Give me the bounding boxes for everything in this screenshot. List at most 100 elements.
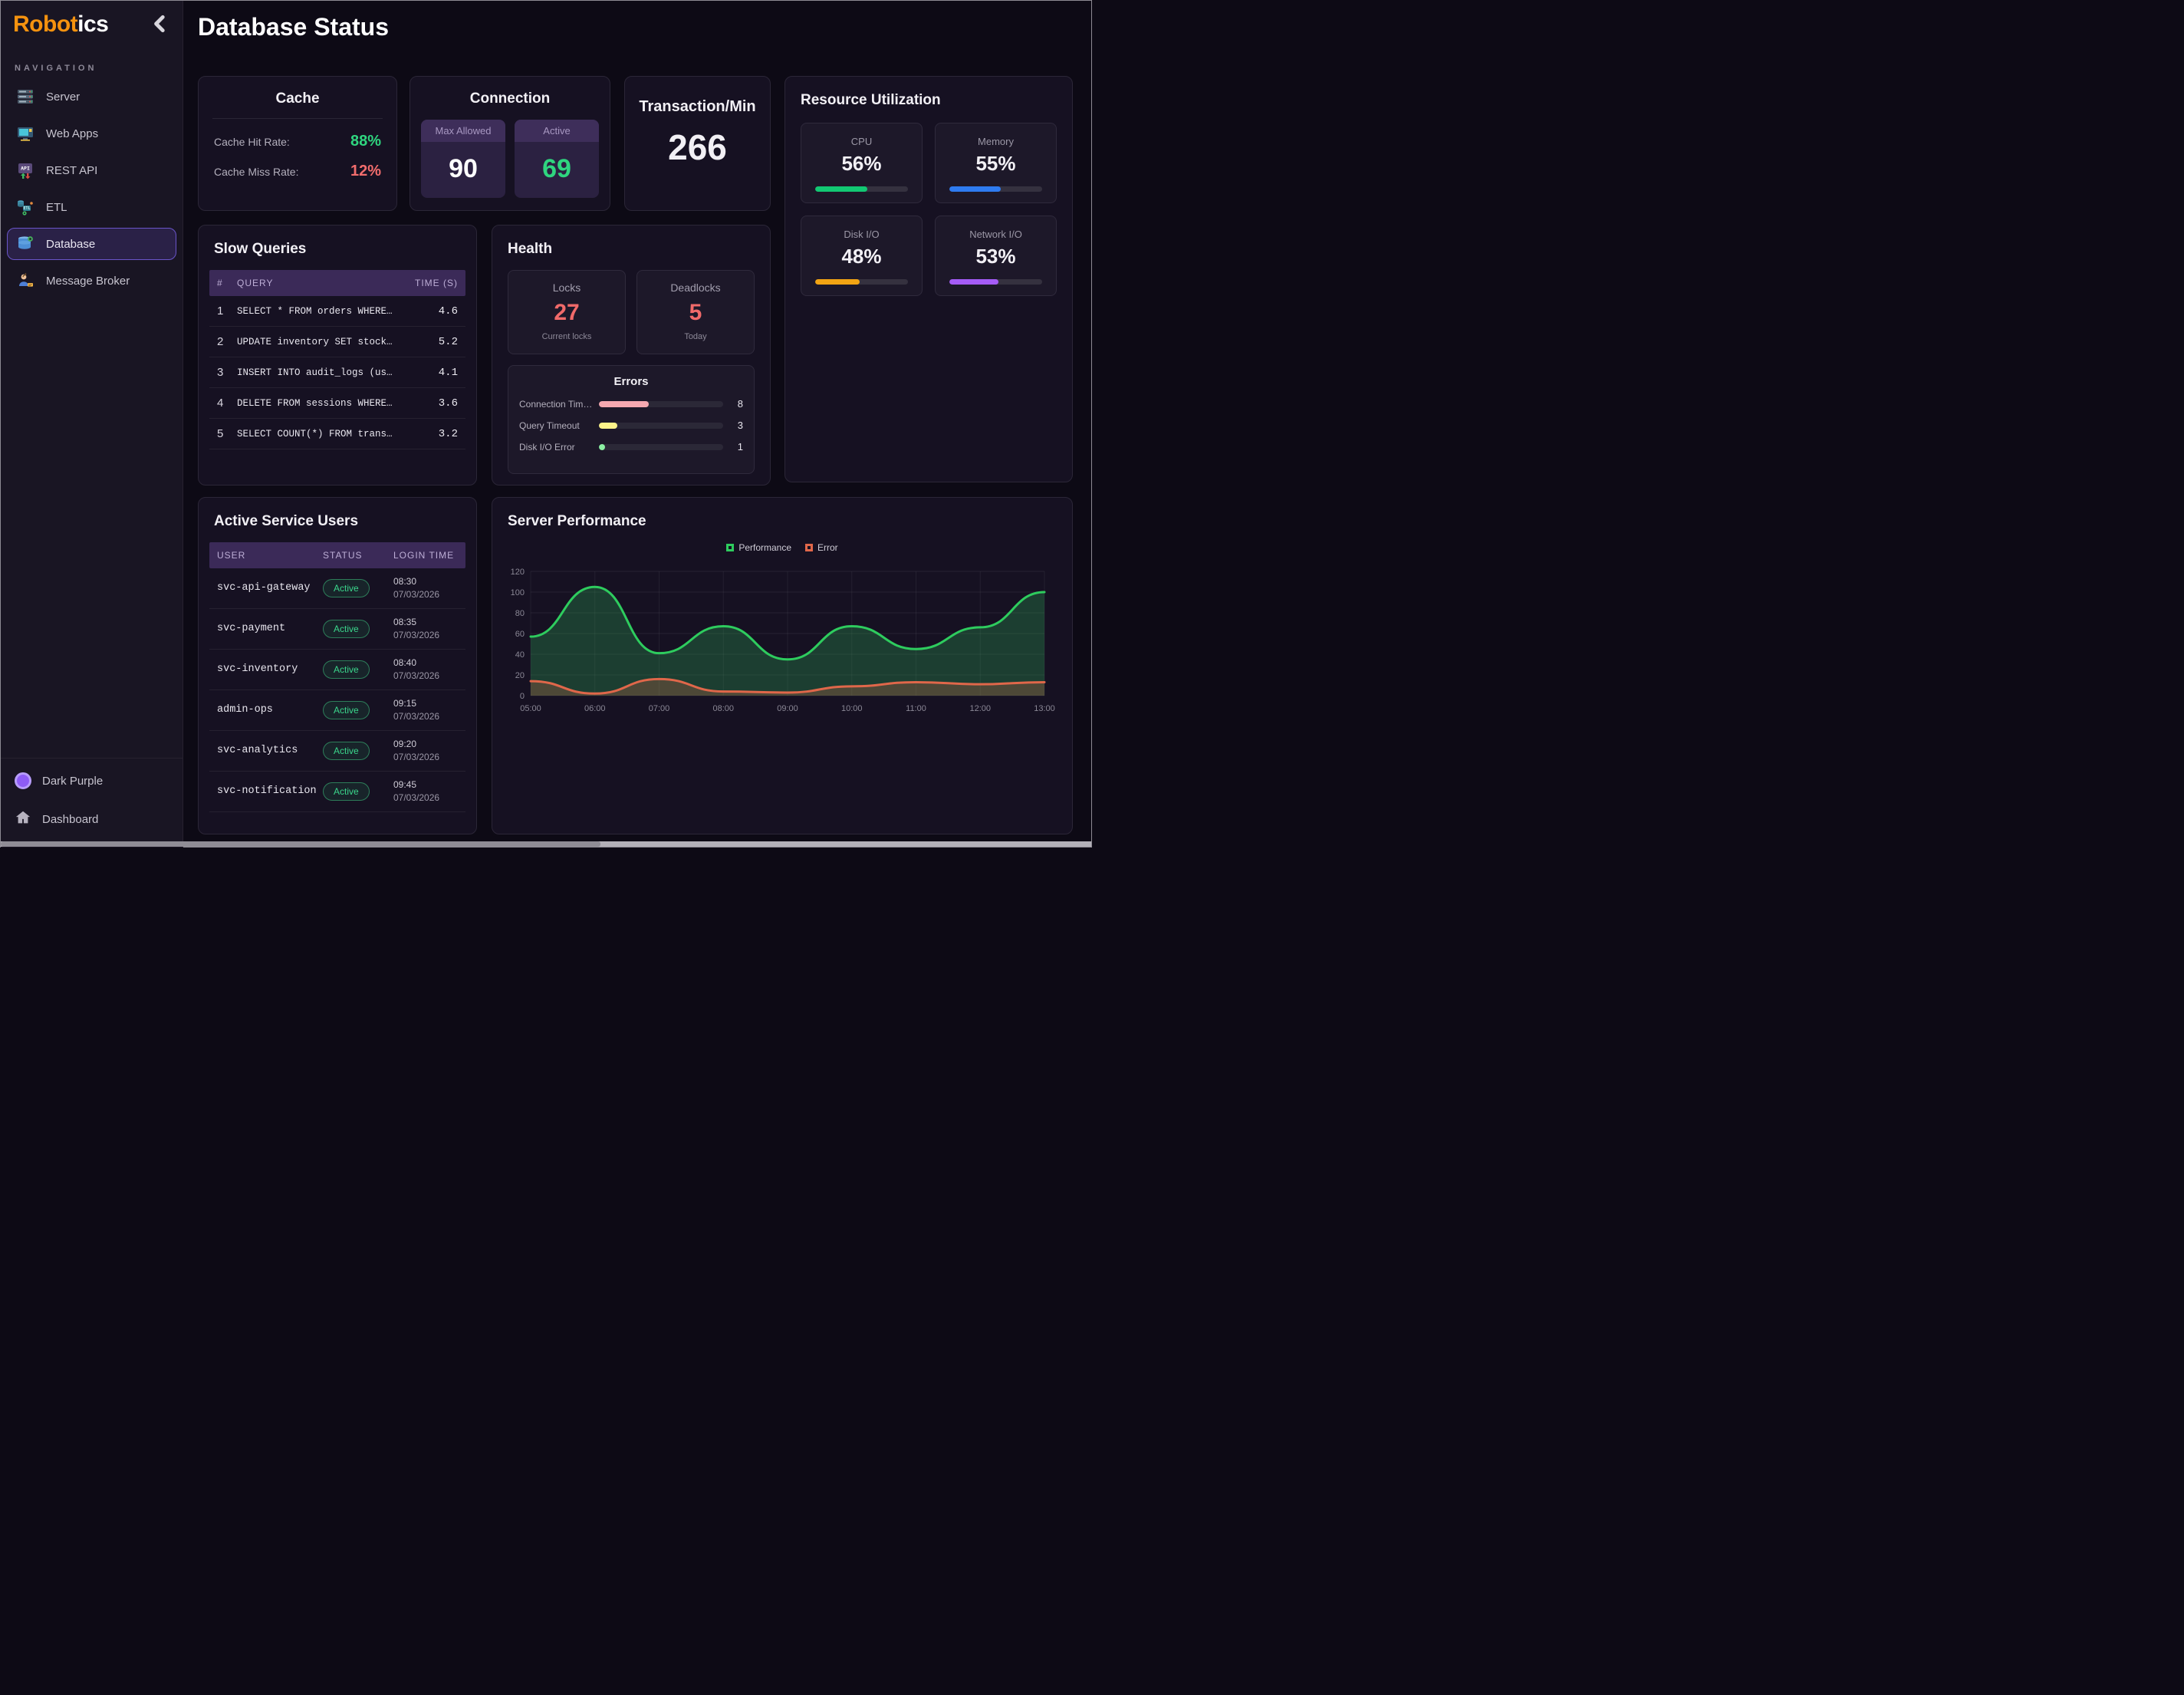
health-stat-value: 27 bbox=[513, 300, 620, 326]
error-label: Query Timeout bbox=[519, 420, 593, 431]
theme-color-swatch bbox=[15, 772, 31, 789]
connection-stat-box: Max Allowed90 bbox=[421, 120, 505, 198]
sidebar-collapse-button[interactable] bbox=[149, 12, 172, 38]
query-text: DELETE FROM sessions WHERE… bbox=[237, 398, 424, 409]
logo-part-orange: Robot bbox=[13, 12, 77, 37]
y-axis-tick: 100 bbox=[511, 588, 525, 597]
service-user-login-time: 08:3507/03/2026 bbox=[393, 616, 458, 643]
error-label: Disk I/O Error bbox=[519, 442, 593, 453]
database-icon bbox=[15, 234, 35, 254]
error-bar-track bbox=[599, 444, 723, 450]
slow-queries-title: Slow Queries bbox=[199, 225, 476, 258]
y-axis-tick: 0 bbox=[520, 692, 525, 701]
resource-label: Disk I/O bbox=[811, 229, 913, 240]
query-text: SELECT COUNT(*) FROM trans… bbox=[237, 429, 424, 439]
health-stat-caption: Today bbox=[642, 332, 749, 341]
theme-selector[interactable]: Dark Purple bbox=[15, 772, 169, 789]
theme-label: Dark Purple bbox=[42, 775, 103, 788]
service-user-row: svc-api-gatewayActive08:3007/03/2026 bbox=[209, 568, 465, 609]
login-date: 07/03/2026 bbox=[393, 589, 439, 600]
resource-box-disk-i-o: Disk I/O 48% bbox=[801, 216, 923, 296]
query-text: UPDATE inventory SET stock… bbox=[237, 337, 424, 347]
divider bbox=[212, 118, 383, 119]
slow-query-row: 1SELECT * FROM orders WHERE…4.6 bbox=[209, 296, 465, 327]
error-row: Connection Tim…8 bbox=[519, 398, 743, 410]
cache-stat-row: Cache Hit Rate:88% bbox=[199, 127, 396, 156]
sidebar-item-rest-api[interactable]: API REST API bbox=[7, 154, 176, 186]
service-user-row: svc-inventoryActive08:4007/03/2026 bbox=[209, 650, 465, 690]
query-text: SELECT * FROM orders WHERE… bbox=[237, 306, 424, 317]
errors-panel: Errors Connection Tim…8Query Timeout3Dis… bbox=[508, 365, 755, 474]
cache-card: Cache Cache Hit Rate:88%Cache Miss Rate:… bbox=[198, 76, 397, 211]
query-index: 4 bbox=[217, 397, 237, 410]
sidebar-item-label: Database bbox=[46, 238, 95, 251]
status-badge: Active bbox=[323, 620, 370, 638]
sidebar-item-message-broker[interactable]: Message Broker bbox=[7, 265, 176, 297]
error-row: Query Timeout 3 bbox=[519, 420, 743, 431]
resource-value: 56% bbox=[811, 152, 913, 176]
service-user-name: svc-analytics bbox=[217, 744, 323, 758]
login-date: 07/03/2026 bbox=[393, 792, 439, 803]
sidebar-item-dashboard[interactable]: Dashboard bbox=[15, 809, 169, 829]
service-user-row: svc-notificationActive09:4507/03/2026 bbox=[209, 772, 465, 812]
nav-list: Server Web Apps API REST API ETLETL Database M… bbox=[1, 81, 183, 297]
service-user-name: svc-inventory bbox=[217, 663, 323, 676]
query-time: 4.6 bbox=[424, 305, 458, 318]
error-bar-fill bbox=[599, 401, 649, 407]
connection-card: Connection Max Allowed90Active69 bbox=[410, 76, 610, 211]
x-axis-tick: 10:00 bbox=[841, 704, 863, 713]
rest-api-icon: API bbox=[15, 160, 35, 180]
error-row: Disk I/O Error 1 bbox=[519, 441, 743, 453]
connection-stat-label: Active bbox=[515, 120, 599, 142]
logo-part-white: ics bbox=[77, 12, 108, 37]
login-date: 07/03/2026 bbox=[393, 752, 439, 762]
resource-value: 53% bbox=[945, 245, 1047, 268]
slow-query-row: 5SELECT COUNT(*) FROM trans…3.2 bbox=[209, 419, 465, 449]
status-badge: Active bbox=[323, 742, 370, 760]
sidebar-item-web-apps[interactable]: Web Apps bbox=[7, 117, 176, 150]
health-stat-locks: Locks27Current locks bbox=[508, 270, 626, 354]
column-header-query: QUERY bbox=[237, 278, 413, 288]
legend-item-performance: Performance bbox=[726, 542, 791, 553]
resource-box-network-i-o: Network I/O53% bbox=[935, 216, 1057, 296]
service-user-row: admin-opsActive09:1507/03/2026 bbox=[209, 690, 465, 731]
error-count: 1 bbox=[729, 441, 743, 453]
resource-value: 48% bbox=[811, 245, 913, 268]
svg-text:API: API bbox=[21, 166, 30, 172]
resource-utilization-card: Resource Utilization CPU56%Memory55%Disk… bbox=[784, 76, 1073, 482]
error-count: 3 bbox=[729, 420, 743, 431]
cache-stat-label: Cache Hit Rate: bbox=[214, 136, 290, 148]
sidebar-item-etl[interactable]: ETLETL bbox=[7, 191, 176, 223]
horizontal-scrollbar[interactable] bbox=[1, 841, 1091, 847]
slow-queries-card: Slow Queries # QUERY TIME (S) 1SELECT * … bbox=[198, 225, 477, 485]
sidebar-item-label: Message Broker bbox=[46, 275, 130, 288]
x-axis-tick: 11:00 bbox=[906, 704, 926, 713]
sidebar-item-server[interactable]: Server bbox=[7, 81, 176, 113]
sidebar-item-database[interactable]: Database bbox=[7, 228, 176, 260]
x-axis-tick: 08:00 bbox=[712, 704, 734, 713]
nav-section-label: NAVIGATION bbox=[15, 64, 183, 73]
sidebar: Robotics NAVIGATION Server Web Apps API RES… bbox=[1, 1, 183, 848]
sidebar-item-label: REST API bbox=[46, 164, 97, 177]
message-broker-icon bbox=[15, 271, 35, 291]
resource-grid: CPU56%Memory55%Disk I/O48%Network I/O53% bbox=[785, 109, 1072, 296]
login-time: 08:30 bbox=[393, 576, 416, 587]
login-time: 08:35 bbox=[393, 617, 416, 627]
resource-progress-track bbox=[815, 279, 908, 285]
main-content: Database Status Cache Cache Hit Rate:88%… bbox=[183, 1, 1093, 848]
x-axis-tick: 09:00 bbox=[777, 704, 798, 713]
error-bar-fill bbox=[599, 423, 617, 429]
service-user-login-time: 08:30 07/03/2026 bbox=[393, 575, 458, 602]
cache-stat-row: Cache Miss Rate:12% bbox=[199, 156, 396, 186]
query-time: 4.1 bbox=[424, 367, 458, 379]
connection-stat-box: Active69 bbox=[515, 120, 599, 198]
cache-stat-value: 12% bbox=[350, 163, 381, 180]
resource-progress-fill bbox=[815, 279, 860, 285]
status-badge: Active bbox=[323, 701, 370, 719]
resource-box-cpu: CPU56% bbox=[801, 123, 923, 203]
resource-progress-fill bbox=[949, 279, 998, 285]
scrollbar-thumb[interactable] bbox=[1, 841, 600, 847]
query-index: 3 bbox=[217, 366, 237, 379]
connection-card-title: Connection bbox=[410, 77, 610, 107]
column-header-num: # bbox=[217, 278, 237, 288]
